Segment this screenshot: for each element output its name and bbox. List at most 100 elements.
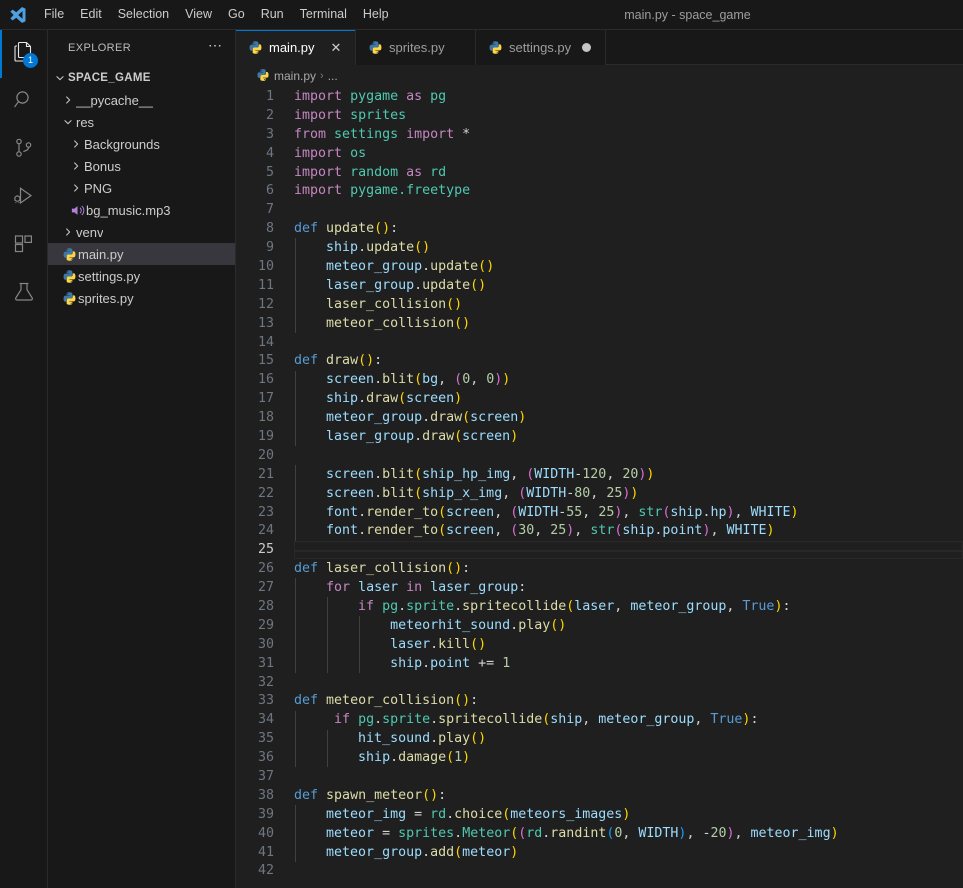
- code-line-text: laser.kill(): [294, 637, 963, 652]
- code-line[interactable]: 34 if pg.sprite.spritecollide(ship, mete…: [236, 710, 963, 729]
- menu-item-run[interactable]: Run: [253, 3, 292, 27]
- activity-item-search[interactable]: [0, 78, 47, 126]
- tree-item-png[interactable]: PNG: [48, 177, 235, 199]
- tab-settings-py[interactable]: settings.py: [476, 30, 607, 65]
- code-line[interactable]: 16 screen.blit(bg, (0, 0)): [236, 370, 963, 389]
- tab-sprites-py[interactable]: sprites.py: [356, 30, 476, 65]
- menu-item-selection[interactable]: Selection: [110, 3, 177, 27]
- indent-guide: [295, 465, 296, 541]
- chevron-right-icon[interactable]: [60, 226, 76, 238]
- code-line[interactable]: 35 hit_sound.play(): [236, 729, 963, 748]
- code-line[interactable]: 10 meteor_group.update(): [236, 257, 963, 276]
- menu-item-edit[interactable]: Edit: [72, 3, 110, 27]
- code-line[interactable]: 37: [236, 767, 963, 786]
- code-token: meteor_collision: [326, 315, 455, 331]
- tree-item-bg-music-mp3[interactable]: bg_music.mp3: [48, 199, 235, 221]
- chevron-down-icon[interactable]: [60, 116, 76, 128]
- code-line[interactable]: 38 def spawn_meteor():: [236, 786, 963, 805]
- code-token: ,: [606, 466, 623, 482]
- menu-item-view[interactable]: View: [177, 3, 220, 27]
- code-line[interactable]: 36 ship.damage(1): [236, 748, 963, 767]
- code-line[interactable]: 26 def laser_collision():: [236, 559, 963, 578]
- code-line[interactable]: 11 laser_group.update(): [236, 276, 963, 295]
- code-line[interactable]: 18 meteor_group.draw(screen): [236, 408, 963, 427]
- activity-item-testing[interactable]: [0, 270, 47, 318]
- tab-main-py[interactable]: main.py ✕: [236, 30, 356, 65]
- activity-item-explorer[interactable]: 1: [0, 30, 47, 78]
- chevron-right-icon[interactable]: [68, 138, 84, 150]
- code-line[interactable]: 14: [236, 333, 963, 352]
- code-line[interactable]: 29 meteorhit_sound.play(): [236, 616, 963, 635]
- code-line[interactable]: 19 laser_group.draw(screen): [236, 427, 963, 446]
- chevron-right-icon[interactable]: [68, 182, 84, 194]
- code-line[interactable]: 4 import os: [236, 144, 963, 163]
- tree-item-space-game[interactable]: SPACE_GAME: [48, 67, 235, 89]
- tree-item-sprites-py[interactable]: sprites.py: [48, 287, 235, 309]
- code-line[interactable]: 30 laser.kill(): [236, 635, 963, 654]
- code-line[interactable]: 9 ship.update(): [236, 238, 963, 257]
- code-token: ): [790, 504, 799, 520]
- tree-item-res[interactable]: res: [48, 111, 235, 133]
- code-line[interactable]: 17 ship.draw(screen): [236, 389, 963, 408]
- code-line[interactable]: 28 if pg.sprite.spritecollide(laser, met…: [236, 597, 963, 616]
- code-line-text: def meteor_collision():: [294, 693, 963, 708]
- code-line[interactable]: 31 ship.point += 1: [236, 654, 963, 673]
- tree-item-pycache[interactable]: __pycache__: [48, 89, 235, 111]
- code-line[interactable]: 24 font.render_to(screen, (30, 25), str(…: [236, 521, 963, 540]
- chevron-right-icon[interactable]: [68, 160, 84, 172]
- line-number: 11: [257, 277, 274, 293]
- menu-item-terminal[interactable]: Terminal: [292, 3, 355, 27]
- code-line[interactable]: 2 import sprites: [236, 106, 963, 125]
- tree-item-settings-py[interactable]: settings.py: [48, 265, 235, 287]
- close-icon[interactable]: ✕: [327, 39, 345, 57]
- line-number: 40: [257, 825, 274, 841]
- code-line[interactable]: 13 meteor_collision(): [236, 314, 963, 333]
- code-line[interactable]: 23 font.render_to(screen, (WIDTH-55, 25)…: [236, 503, 963, 522]
- tab-label: sprites.py: [389, 40, 445, 55]
- tree-item-backgrounds[interactable]: Backgrounds: [48, 133, 235, 155]
- activity-item-run-and-debug[interactable]: [0, 174, 47, 222]
- code-line[interactable]: 25: [236, 540, 963, 560]
- activity-item-source-control[interactable]: [0, 126, 47, 174]
- menu-item-file[interactable]: File: [36, 3, 72, 27]
- code-token: ,: [438, 372, 455, 388]
- line-number: 16: [257, 372, 274, 388]
- code-line[interactable]: 15 def draw():: [236, 351, 963, 370]
- code-line[interactable]: 3 from settings import *: [236, 125, 963, 144]
- breadcrumb-item-symbol[interactable]: ...: [328, 69, 338, 83]
- code-editor[interactable]: 1 import pygame as pg 2 import sprites 3 from…: [236, 87, 963, 888]
- code-line[interactable]: 7: [236, 200, 963, 219]
- code-line[interactable]: 22 screen.blit(ship_x_img, (WIDTH-80, 25…: [236, 484, 963, 503]
- menu-item-help[interactable]: Help: [355, 3, 397, 27]
- tree-item-main-py[interactable]: main.py: [48, 243, 235, 265]
- ellipsis-icon[interactable]: ⋯: [204, 38, 227, 54]
- code-token: meteor_group: [326, 844, 423, 860]
- code-token: WHITE: [726, 523, 767, 539]
- chevron-right-icon[interactable]: [60, 94, 76, 106]
- breadcrumb-item-file[interactable]: main.py: [256, 68, 316, 85]
- code-line[interactable]: 12 laser_collision(): [236, 295, 963, 314]
- menu-item-go[interactable]: Go: [220, 3, 253, 27]
- code-line[interactable]: 5 import random as rd: [236, 163, 963, 182]
- dirty-indicator-icon[interactable]: [577, 39, 595, 57]
- code-line[interactable]: 1 import pygame as pg: [236, 87, 963, 106]
- code-line[interactable]: 41 meteor_group.add(meteor): [236, 843, 963, 862]
- code-line[interactable]: 33 def meteor_collision():: [236, 692, 963, 711]
- tree-item-venv[interactable]: venv: [48, 221, 235, 243]
- tree-item-label: Bonus: [84, 158, 121, 174]
- activity-item-extensions[interactable]: [0, 222, 47, 270]
- code-line[interactable]: 6 import pygame.freetype: [236, 181, 963, 200]
- code-line[interactable]: 40 meteor = sprites.Meteor((rd.randint(0…: [236, 824, 963, 843]
- code-line[interactable]: 21 screen.blit(ship_hp_img, (WIDTH-120, …: [236, 465, 963, 484]
- code-line[interactable]: 42: [236, 862, 963, 881]
- code-line[interactable]: 20: [236, 446, 963, 465]
- chevron-down-icon[interactable]: [52, 72, 68, 84]
- code-line[interactable]: 8 def update():: [236, 219, 963, 238]
- code-line[interactable]: 39 meteor_img = rd.choice(meteors_images…: [236, 805, 963, 824]
- code-token: ): [558, 617, 567, 633]
- tree-item-bonus[interactable]: Bonus: [48, 155, 235, 177]
- code-line[interactable]: 27 for laser in laser_group:: [236, 578, 963, 597]
- code-line[interactable]: 32: [236, 673, 963, 692]
